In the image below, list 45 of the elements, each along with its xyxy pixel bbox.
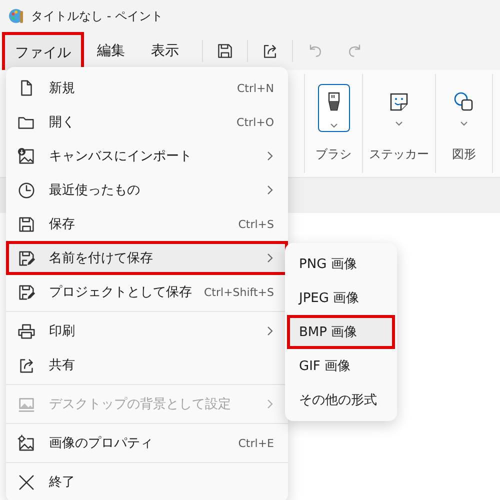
- chevron-icon: [395, 121, 403, 126]
- group-label: 図形: [452, 146, 476, 163]
- menu-item[interactable]: GIF 画像: [285, 349, 397, 383]
- chevron-icon: [460, 121, 468, 126]
- menu-tab[interactable]: ファイル: [2, 32, 84, 70]
- close-icon: [17, 472, 36, 492]
- shortcut-label: Ctrl+S: [238, 218, 274, 230]
- menu-item[interactable]: 画像のプロパティ Ctrl+E: [6, 426, 288, 460]
- menu-item[interactable]: 保存 Ctrl+S: [6, 207, 288, 241]
- menu-item[interactable]: 最近使ったもの: [6, 173, 288, 207]
- clock-icon: [17, 180, 36, 200]
- group-label: ステッカー: [369, 146, 429, 163]
- group-label: ブラシ: [316, 146, 352, 163]
- menu-item[interactable]: 終了: [6, 465, 288, 499]
- image-properties-icon: [17, 434, 36, 452]
- menu-item[interactable]: PNG 画像: [285, 247, 397, 281]
- menu-item[interactable]: 名前を付けて保存: [6, 241, 288, 275]
- menu-item[interactable]: JPEG 画像: [285, 281, 397, 315]
- save-icon[interactable]: [216, 42, 234, 60]
- menu-item[interactable]: 印刷: [6, 314, 288, 348]
- shortcut-label: Ctrl+E: [238, 436, 274, 450]
- tool-button[interactable]: [318, 84, 350, 132]
- menu-tab[interactable]: 表示: [138, 32, 192, 70]
- image-import-icon: [17, 146, 36, 166]
- shapes-icon: [453, 91, 475, 113]
- menu-item[interactable]: 共有: [6, 348, 288, 382]
- menu-item[interactable]: 新規 Ctrl+N: [6, 71, 288, 105]
- shortcut-label: Ctrl+Shift+S: [204, 286, 274, 298]
- printer-icon: [17, 322, 36, 340]
- save-as-icon: [17, 282, 36, 302]
- menu-item[interactable]: その他の形式: [285, 383, 397, 417]
- share-icon[interactable]: [261, 42, 279, 60]
- sticker-icon: [388, 91, 410, 113]
- shortcut-label: Ctrl+N: [236, 82, 274, 94]
- menu-item[interactable]: BMP 画像: [287, 315, 395, 349]
- shortcut-label: Ctrl+O: [236, 116, 274, 128]
- menu-tab[interactable]: 編集: [84, 32, 138, 70]
- save-as-icon: [17, 248, 36, 268]
- save-icon: [17, 214, 36, 234]
- menu-item[interactable]: キャンバスにインポート: [6, 139, 288, 173]
- window-title: タイトルなし - ペイント: [31, 8, 163, 24]
- chevron-icon: [330, 123, 338, 128]
- palette-icon: [9, 8, 25, 24]
- menu-item[interactable]: プロジェクトとして保存 Ctrl+Shift+S: [6, 275, 288, 309]
- menu-item[interactable]: 開く Ctrl+O: [6, 105, 288, 139]
